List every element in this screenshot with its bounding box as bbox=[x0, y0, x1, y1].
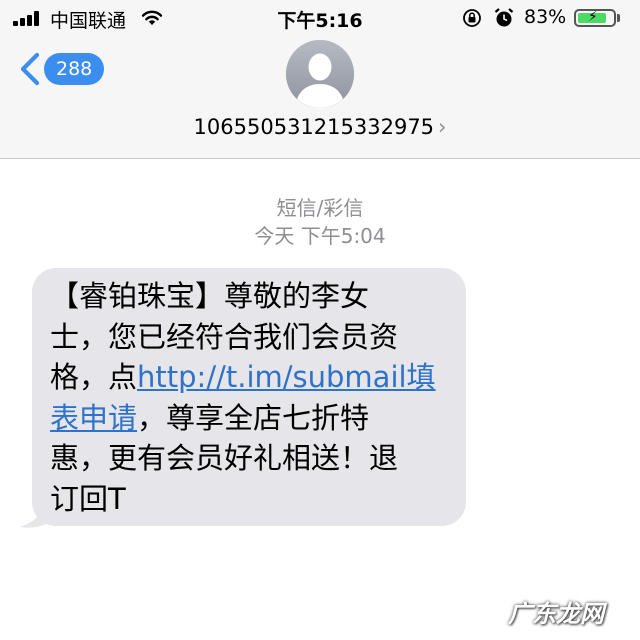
message-link[interactable]: http://t.im/submail填 bbox=[137, 360, 436, 394]
message-type-label: 短信/彩信 bbox=[276, 196, 364, 220]
message-line: 表申请，尊享全店七折特 bbox=[50, 400, 370, 435]
message-line: 士，您已经符合我们会员资 bbox=[50, 319, 399, 354]
message-line: 格，点http://t.im/submail填 bbox=[50, 360, 436, 394]
contact-number: 106550531215332975 bbox=[193, 115, 435, 139]
conversation-header: 中国联通 下午5:16 83% ⚡ 288 106550531215332975… bbox=[0, 0, 640, 159]
message-text: 【睿铂珠宝】尊敬的李女 士，您已经符合我们会员资 格，点http://t.im/… bbox=[50, 276, 460, 519]
message-timestamp: 今天 下午5:04 bbox=[254, 224, 386, 248]
chevron-left-icon bbox=[20, 52, 40, 86]
message-link[interactable]: 表申请 bbox=[50, 401, 137, 435]
battery-percentage: 83% bbox=[524, 6, 567, 28]
message-line: 惠，更有会员好礼相送！退 bbox=[50, 441, 399, 475]
battery-tip bbox=[617, 14, 620, 22]
contact-number-button[interactable]: 106550531215332975 › bbox=[0, 115, 640, 139]
person-silhouette-icon bbox=[286, 40, 354, 108]
message-line: 订回T bbox=[50, 481, 126, 516]
back-button[interactable]: 288 bbox=[18, 52, 108, 86]
unread-count-badge: 288 bbox=[44, 53, 105, 85]
chevron-right-icon: › bbox=[438, 115, 447, 139]
status-bar: 中国联通 下午5:16 83% ⚡ bbox=[0, 0, 640, 34]
contact-avatar[interactable] bbox=[286, 40, 354, 108]
message-line: 【睿铂珠宝】尊敬的李女 bbox=[50, 279, 370, 313]
battery-icon: ⚡ bbox=[574, 9, 616, 27]
alarm-clock-icon bbox=[494, 8, 514, 27]
rotation-lock-icon bbox=[463, 9, 481, 27]
site-watermark: 广东龙网 bbox=[508, 600, 604, 628]
